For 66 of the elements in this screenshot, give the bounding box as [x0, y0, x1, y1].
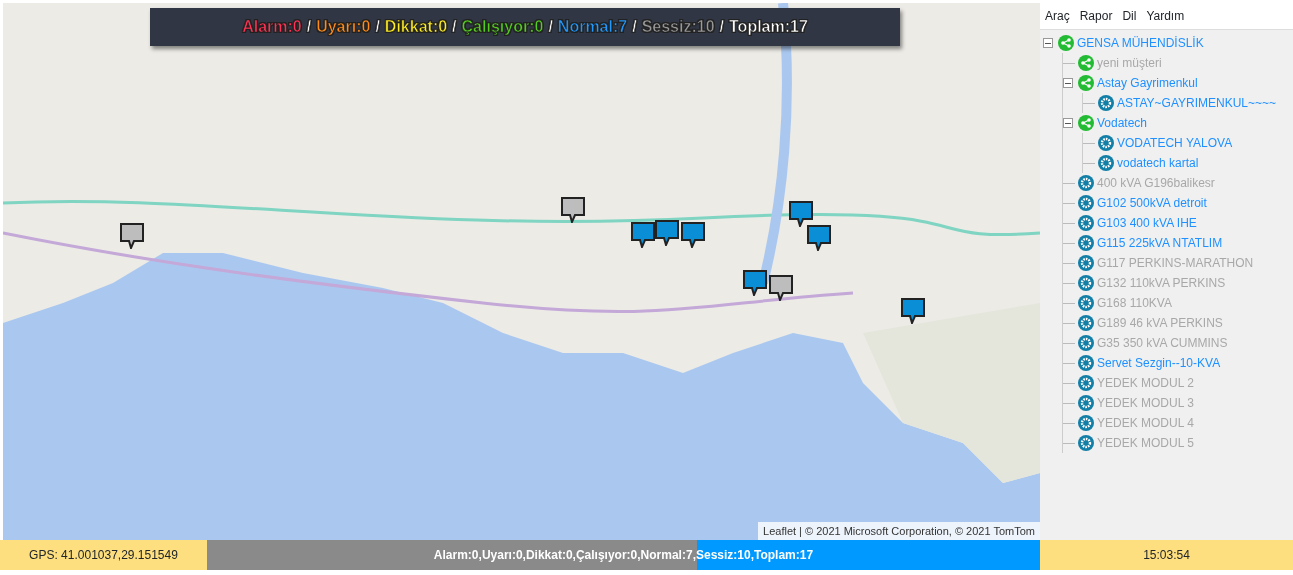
gear-icon: [1078, 315, 1094, 331]
status-counter: Sessiz:10: [641, 17, 715, 37]
tree-item[interactable]: G103 400 kVA IHE: [1097, 214, 1197, 232]
tree-item[interactable]: YEDEK MODUL 2: [1097, 374, 1194, 392]
separator-text: /: [548, 17, 553, 37]
menu-item[interactable]: Dil: [1122, 7, 1137, 25]
status-counter: Alarm:0: [242, 17, 302, 37]
tree-item[interactable]: yeni müşteri: [1097, 54, 1162, 72]
status-counter: Normal:7: [557, 17, 628, 37]
menu-item[interactable]: Rapor: [1079, 7, 1113, 25]
tree-item[interactable]: G35 350 kVA CUMMINS: [1097, 334, 1228, 352]
leaflet-link[interactable]: Leaflet: [763, 522, 797, 539]
gear-icon: [1078, 395, 1094, 411]
menu-item[interactable]: Araç: [1045, 7, 1070, 25]
tree-item[interactable]: VODATECH YALOVA: [1117, 134, 1233, 152]
tree-item[interactable]: Astay Gayrimenkul: [1097, 74, 1198, 92]
status-counter: Dikkat:0: [384, 17, 448, 37]
tree-item[interactable]: G117 PERKINS-MARATHON: [1097, 254, 1254, 272]
gear-icon: [1098, 155, 1114, 171]
gear-icon: [1098, 95, 1114, 111]
share-icon: [1078, 55, 1094, 71]
gear-icon: [1078, 435, 1094, 451]
separator-text: /: [306, 17, 312, 37]
gear-icon: [1078, 175, 1094, 191]
gear-icon: [1078, 355, 1094, 371]
collapse-toggle[interactable]: [1063, 78, 1073, 88]
clock-time: 15:03:54: [1040, 540, 1293, 570]
tree-item[interactable]: Vodatech: [1097, 114, 1148, 132]
tree-item[interactable]: YEDEK MODUL 3: [1097, 394, 1194, 412]
tree-item[interactable]: Servet Sezgin--10-KVA: [1097, 354, 1221, 372]
tree-item[interactable]: ASTAY~GAYRIMENKUL~~~~: [1117, 94, 1277, 112]
tree-item[interactable]: YEDEK MODUL 4: [1097, 414, 1194, 432]
status-counter: Uyarı:0: [316, 17, 371, 37]
separator-text: /: [375, 17, 380, 37]
tree-item[interactable]: YEDEK MODUL 5: [1097, 434, 1194, 452]
gear-icon: [1078, 215, 1094, 231]
collapse-toggle[interactable]: [1063, 118, 1073, 128]
share-icon: [1078, 115, 1094, 131]
tree-item[interactable]: GENSA MÜHENDİSLİK: [1077, 34, 1204, 52]
collapse-toggle[interactable]: [1043, 38, 1053, 48]
gear-icon: [1078, 195, 1094, 211]
share-icon: [1078, 75, 1094, 91]
attribution-text: | © 2021 Microsoft Corporation, © 2021 TomTom: [799, 523, 1035, 539]
gear-icon: [1078, 255, 1094, 271]
gear-icon: [1078, 275, 1094, 291]
tree-item[interactable]: G102 500kVA detroit: [1097, 194, 1207, 212]
share-icon: [1058, 35, 1074, 51]
status-counter: Çalışıyor:0: [461, 17, 544, 37]
tree-item[interactable]: vodatech kartal: [1117, 154, 1199, 172]
gear-icon: [1078, 415, 1094, 431]
gps-coordinates: GPS: 41.001037,29.151549: [0, 540, 207, 570]
separator-text: /: [452, 17, 457, 37]
tree-item[interactable]: G168 110KVA: [1097, 294, 1172, 312]
gear-icon: [1078, 335, 1094, 351]
separator-text: /: [719, 17, 725, 37]
tree-item[interactable]: 400 kVA G196balikesr: [1097, 174, 1215, 192]
gear-icon: [1078, 295, 1094, 311]
status-counter: Toplam:17: [729, 17, 808, 37]
tree-item[interactable]: G115 225kVA NTATLIM: [1097, 234, 1223, 252]
separator-text: /: [632, 17, 637, 37]
gear-icon: [1078, 235, 1094, 251]
tree-item[interactable]: G132 110kVA PERKINS: [1097, 274, 1226, 292]
gear-icon: [1078, 375, 1094, 391]
tree-item[interactable]: G189 46 kVA PERKINS: [1097, 314, 1223, 332]
menu-item[interactable]: Yardım: [1146, 7, 1185, 25]
gear-icon: [1098, 135, 1114, 151]
